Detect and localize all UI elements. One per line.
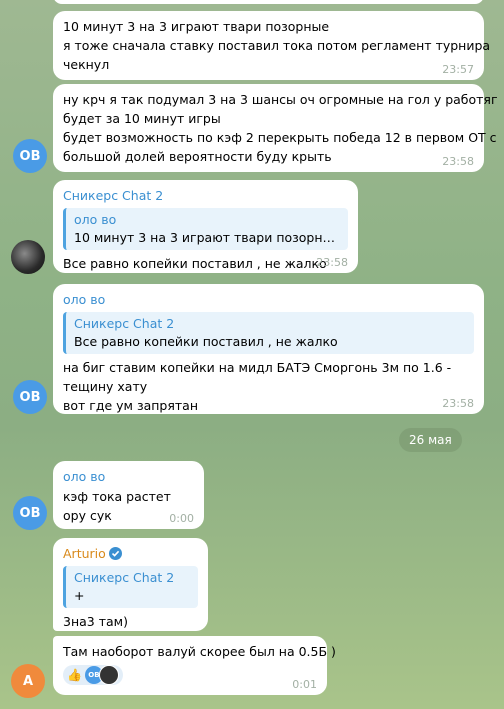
message-text: 10 минут 3 на 3 играют твари позорные	[63, 19, 330, 34]
message-text: вот где ум запрятан	[63, 398, 198, 413]
avatar[interactable]: А	[11, 664, 45, 698]
avatar[interactable]: ОВ	[13, 496, 47, 530]
reply-text: Все равно копейки поставил , не жалко	[74, 334, 338, 349]
message-text: Все равно копейки поставил , не жалко	[63, 256, 327, 271]
thumbs-up-icon: 👍	[67, 668, 82, 682]
reply-quote[interactable]: оло во 10 минут 3 на 3 играют твари позо…	[63, 208, 348, 250]
sender-label: Arturio	[63, 546, 106, 561]
reply-sender: Сникерс Chat 2	[74, 570, 175, 585]
message-text: будет за 10 минут игры	[63, 111, 221, 126]
sender-name[interactable]: Сникерс Chat 2	[63, 186, 348, 206]
message-text: я тоже сначала ставку поставил тока пото…	[63, 38, 491, 53]
avatar[interactable]	[11, 240, 45, 274]
message-bubble[interactable]: оло во кэф тока растет ору сук 0:00	[53, 461, 204, 529]
message-bubble[interactable]: Сникерс Chat 2 оло во 10 минут 3 на 3 иг…	[53, 180, 358, 273]
verified-badge-icon	[108, 547, 122, 560]
message-text: тещину хату	[63, 379, 148, 394]
message-text: кэф тока растет	[63, 489, 171, 504]
message-text: на биг ставим копейки на мидл БАТЭ Сморг…	[63, 360, 452, 375]
message-time: 0:01	[292, 678, 317, 691]
avatar[interactable]: ОВ	[13, 139, 47, 173]
message-text: Там наоборот валуй скорее был на 0.5Б )	[63, 644, 336, 659]
reply-sender: оло во	[74, 212, 117, 227]
message-text: ну крч я так подумал 3 на 3 шансы оч огр…	[63, 92, 498, 107]
message-bubble[interactable]: Там наоборот валуй скорее был на 0.5Б ) …	[53, 636, 336, 695]
message-text: 3на3 там)	[63, 614, 128, 629]
message-time: 23:58	[316, 256, 348, 269]
reply-text: +	[74, 588, 85, 603]
sender-name[interactable]: оло во	[63, 467, 194, 487]
message-time: 23:57	[442, 63, 474, 76]
message-time: 23:58	[442, 397, 474, 410]
reactions-bar: 👍 ОВ	[63, 665, 317, 685]
reactor-avatar	[98, 665, 119, 685]
message-bubble[interactable]: Arturio Сникерс Chat 2 + 3на3 там)	[53, 538, 208, 631]
reaction-chip[interactable]: 👍 ОВ	[63, 665, 123, 685]
message-text: будет возможность по кэф 2 перекрыть поб…	[63, 130, 497, 145]
reply-text: 10 минут 3 на 3 играют твари позорные я.…	[74, 230, 340, 245]
message-bubble-partial[interactable]	[53, 0, 484, 4]
message-bubble[interactable]: 10 минут 3 на 3 играют твари позорные я …	[53, 11, 491, 80]
message-text: чекнул	[63, 57, 110, 72]
message-time: 23:58	[442, 155, 474, 168]
reply-quote[interactable]: Сникерс Chat 2 Все равно копейки постави…	[63, 312, 474, 354]
sender-name[interactable]: оло во	[63, 290, 474, 310]
message-text: большой долей вероятности буду крыть	[63, 149, 332, 164]
message-bubble[interactable]: ну крч я так подумал 3 на 3 шансы оч огр…	[53, 84, 498, 172]
avatar[interactable]: ОВ	[13, 380, 47, 414]
reply-sender: Сникерс Chat 2	[74, 316, 175, 331]
message-bubble[interactable]: оло во Сникерс Chat 2 Все равно копейки …	[53, 284, 484, 414]
message-time: 0:00	[169, 512, 194, 525]
date-divider: 26 мая	[399, 428, 462, 452]
reply-quote[interactable]: Сникерс Chat 2 +	[63, 566, 198, 608]
sender-name[interactable]: Arturio	[63, 544, 198, 564]
